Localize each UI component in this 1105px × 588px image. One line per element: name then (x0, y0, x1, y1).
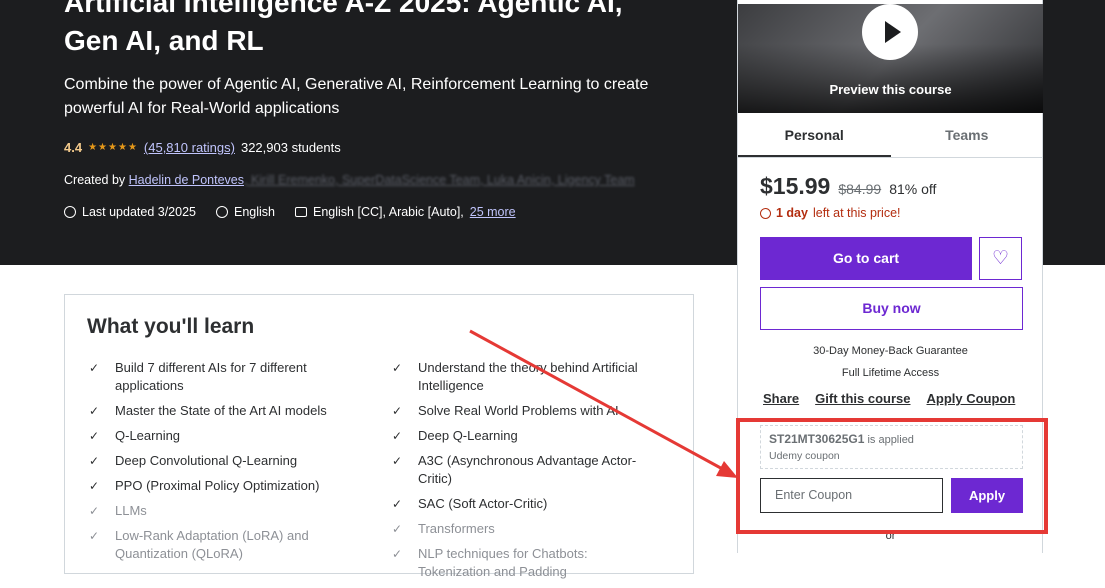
learn-item-text: Deep Convolutional Q-Learning (115, 453, 298, 468)
check-icon: ✓ (89, 429, 100, 443)
created-by-row: Created by Hadelin de Ponteves, Kirill E… (64, 173, 635, 187)
coupon-applied-text: is applied (867, 434, 914, 446)
learn-column-right: ✓ Understand the theory behind Artificial… (392, 359, 662, 588)
learn-item: ✓ Build 7 different AIs for 7 different a… (89, 359, 359, 395)
learn-item-text: Build 7 different AIs for 7 different ap… (115, 360, 307, 393)
course-meta-row: Last updated 3/2025 English English [CC]… (64, 205, 516, 219)
check-icon: ✓ (392, 522, 403, 536)
instructor-link[interactable]: Hadelin de Ponteves (129, 173, 244, 187)
alert-icon (64, 206, 76, 218)
learn-item-text: PPO (Proximal Policy Optimization) (115, 478, 320, 493)
apply-coupon-button[interactable]: Apply (951, 478, 1023, 513)
gift-course-button[interactable]: Gift this course (815, 391, 910, 406)
sidebar-actions: Share Gift this course Apply Coupon (763, 391, 1015, 406)
rating-row: 4.4 ★★★★★ (45,810 ratings) 322,903 stude… (64, 140, 341, 155)
learn-item: ✓ LLMs (89, 502, 359, 520)
what-you-learn-title: What you'll learn (87, 315, 255, 338)
course-language: English (234, 205, 275, 219)
learn-column-left: ✓ Build 7 different AIs for 7 different a… (89, 359, 359, 570)
price-row: $15.99 $84.99 81% off (760, 173, 936, 200)
learn-item-text: Master the State of the Art AI models (115, 403, 327, 418)
learn-item: ✓ Solve Real World Problems with AI (392, 402, 662, 420)
learn-item: ✓ PPO (Proximal Policy Optimization) (89, 477, 359, 495)
check-icon: ✓ (392, 497, 403, 511)
check-icon: ✓ (392, 429, 403, 443)
learn-item-text: Deep Q-Learning (418, 428, 518, 443)
course-subtitle: Combine the power of Agentic AI, Generat… (64, 76, 649, 117)
star-rating-icon: ★★★★★ (88, 142, 138, 153)
learn-item-text: Low-Rank Adaptation (LoRA) and Quantizat… (115, 528, 309, 561)
alarm-clock-icon (760, 207, 771, 219)
apply-coupon-link[interactable]: Apply Coupon (927, 391, 1016, 406)
learn-item: ✓ Transformers (392, 520, 662, 538)
check-icon: ✓ (89, 504, 100, 518)
tab-personal[interactable]: Personal (738, 113, 891, 157)
learn-item-text: Transformers (418, 521, 495, 536)
learn-item-text: Understand the theory behind Artificial … (418, 360, 638, 393)
buy-now-button[interactable]: Buy now (760, 287, 1023, 330)
learn-item-text: NLP techniques for Chatbots: Tokenizatio… (418, 546, 588, 579)
captions-languages: English [CC], Arabic [Auto], (313, 205, 464, 219)
learn-item-text: Q-Learning (115, 428, 181, 443)
purchase-sidebar: Preview this course Personal Teams $15.9… (737, 0, 1043, 553)
learn-item-text: A3C (Asynchronous Advantage Actor-Critic… (418, 453, 637, 486)
current-price: $15.99 (760, 173, 831, 199)
rating-value: 4.4 (64, 140, 83, 155)
learn-item: ✓ SAC (Soft Actor-Critic) (392, 495, 662, 513)
check-icon: ✓ (89, 454, 100, 468)
coupon-code: ST21MT30625G1 (769, 432, 865, 446)
learn-item: ✓ NLP techniques for Chatbots: Tokenizati… (392, 545, 662, 581)
check-icon: ✓ (392, 361, 403, 375)
timer-remaining: 1 day (776, 206, 808, 220)
created-by-label: Created by (64, 173, 126, 187)
check-icon: ✓ (89, 479, 100, 493)
discount-percent: 81% off (889, 181, 937, 197)
learn-item: ✓ Low-Rank Adaptation (LoRA) and Quantiza… (89, 527, 359, 563)
learn-item: ✓ Deep Convolutional Q-Learning (89, 452, 359, 470)
instructors-more[interactable]: , Kirill Eremenko, SuperDataScience Team… (244, 173, 635, 187)
learn-item: ✓ Deep Q-Learning (392, 427, 662, 445)
check-icon: ✓ (392, 404, 403, 418)
preview-label: Preview this course (829, 82, 952, 97)
learn-item: ✓ A3C (Asynchronous Advantage Actor-Criti… (392, 452, 662, 488)
what-you-learn-box: What you'll learn ✓ Build 7 different AIs… (64, 294, 694, 579)
learn-item-text: LLMs (115, 503, 147, 518)
wishlist-heart-icon[interactable]: ♡ (979, 237, 1022, 280)
or-divider: or (885, 530, 896, 542)
check-icon: ✓ (392, 547, 403, 561)
last-updated: Last updated 3/2025 (82, 205, 196, 219)
learn-item: ✓ Understand the theory behind Artificial… (392, 359, 662, 395)
learn-item: ✓ Q-Learning (89, 427, 359, 445)
learn-item-text: Solve Real World Problems with AI (418, 403, 619, 418)
course-title: Artificial Intelligence A-Z 2025: Agenti… (64, 0, 623, 56)
purchase-tabs: Personal Teams (738, 113, 1043, 158)
tab-teams[interactable]: Teams (891, 113, 1044, 157)
students-count: 322,903 students (240, 140, 341, 155)
ratings-count-link[interactable]: (45,810 ratings) (144, 140, 235, 155)
learn-item: ✓ Master the State of the Art AI models (89, 402, 359, 420)
course-preview[interactable]: Preview this course (738, 4, 1043, 113)
check-icon: ✓ (89, 529, 100, 543)
go-to-cart-button[interactable]: Go to cart (760, 237, 972, 280)
share-button[interactable]: Share (763, 391, 799, 406)
applied-coupon-box: ST21MT30625G1 is applied Udemy coupon (760, 425, 1023, 469)
play-icon[interactable] (862, 4, 918, 60)
learn-item-text: SAC (Soft Actor-Critic) (418, 496, 548, 511)
check-icon: ✓ (89, 361, 100, 375)
lifetime-access: Full Lifetime Access (841, 367, 940, 379)
check-icon: ✓ (392, 454, 403, 468)
coupon-input[interactable]: Enter Coupon (760, 478, 943, 513)
check-icon: ✓ (89, 404, 100, 418)
captions-icon (295, 207, 307, 217)
price-timer: 1 day left at this price! (760, 206, 901, 220)
more-languages-link[interactable]: 25 more (470, 205, 516, 219)
globe-icon (216, 206, 228, 218)
timer-text: left at this price! (812, 206, 901, 220)
coupon-source: Udemy coupon (769, 450, 840, 462)
money-back-guarantee: 30-Day Money-Back Guarantee (813, 345, 968, 357)
original-price: $84.99 (838, 181, 882, 197)
